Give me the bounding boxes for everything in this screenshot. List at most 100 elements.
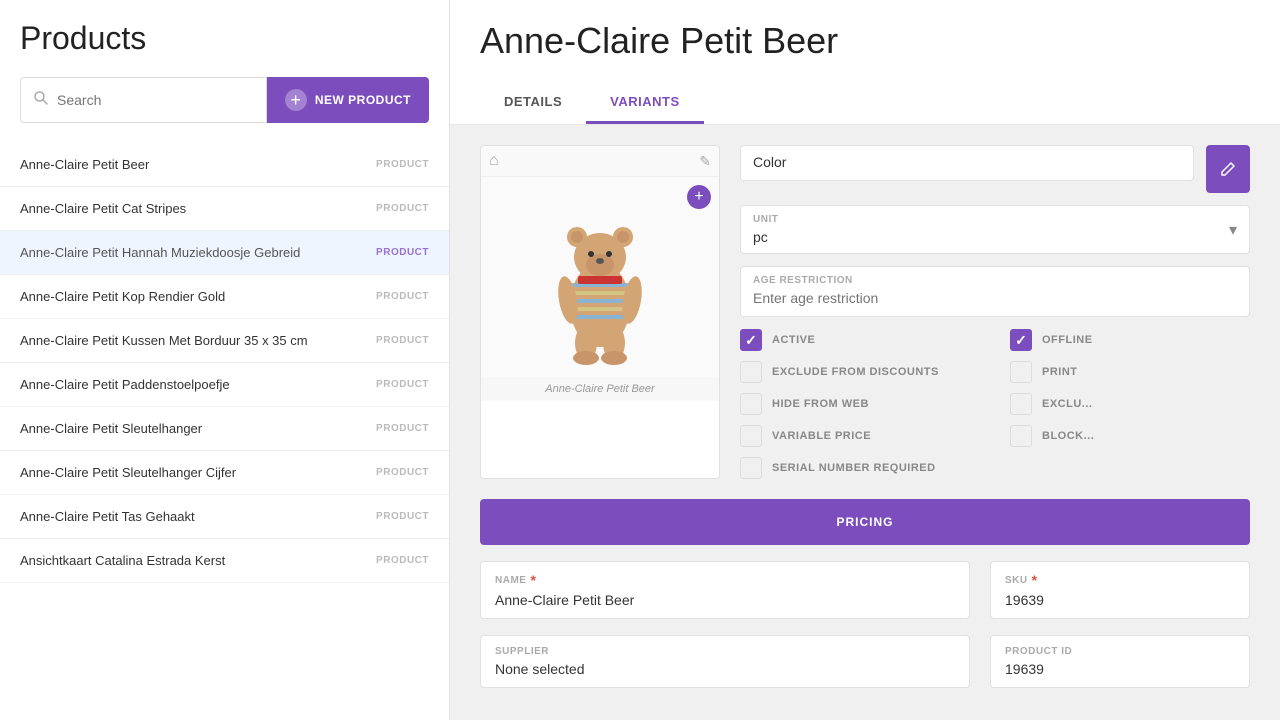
product-item-badge: PRODUCT	[376, 247, 429, 258]
supplier-value: None selected	[495, 661, 955, 677]
product-list-item[interactable]: Anne-Claire Petit Kussen Met Borduur 35 …	[0, 319, 449, 363]
checkbox-label: PRINT	[1042, 366, 1078, 378]
name-label: NAME *	[495, 572, 955, 588]
checkbox-label: EXCLU...	[1042, 398, 1092, 410]
unit-label: UNIT	[753, 214, 1229, 225]
checkbox-label: SERIAL NUMBER REQUIRED	[772, 462, 936, 474]
content-area: ⌂ ✎	[450, 125, 1280, 720]
left-header: Products + NEW PRODUCT	[0, 0, 449, 143]
unit-row: UNIT pc ▾	[740, 205, 1250, 254]
name-field: NAME * Anne-Claire Petit Beer	[480, 561, 970, 619]
image-card-toolbar: ⌂ ✎	[481, 146, 719, 177]
product-item-badge: PRODUCT	[376, 291, 429, 302]
checkbox-box[interactable]	[1010, 393, 1032, 415]
name-value: Anne-Claire Petit Beer	[495, 592, 955, 608]
checkbox-item: SERIAL NUMBER REQUIRED	[740, 457, 980, 479]
checkbox-box[interactable]	[1010, 425, 1032, 447]
checkbox-box[interactable]	[740, 361, 762, 383]
unit-value: pc	[753, 229, 1229, 245]
edit-pen-icon	[1220, 161, 1236, 177]
product-list: Anne-Claire Petit Beer PRODUCT Anne-Clai…	[0, 143, 449, 720]
new-product-label: NEW PRODUCT	[315, 93, 411, 107]
product-id-field: PRODUCT ID 19639	[990, 635, 1250, 688]
product-item-badge: PRODUCT	[376, 335, 429, 346]
checkbox-item: OFFLINE	[1010, 329, 1250, 351]
product-list-item[interactable]: Anne-Claire Petit Paddenstoelpoefje PROD…	[0, 363, 449, 407]
checkbox-box[interactable]	[740, 457, 762, 479]
sku-name-row: NAME * Anne-Claire Petit Beer SKU * 1963…	[480, 561, 1250, 619]
supplier-productid-row: SUPPLIER None selected PRODUCT ID 19639	[480, 635, 1250, 688]
product-item-badge: PRODUCT	[376, 511, 429, 522]
checkbox-item: VARIABLE PRICE	[740, 425, 980, 447]
pricing-button[interactable]: PRICING	[480, 499, 1250, 545]
color-field: Color	[740, 145, 1194, 181]
checkbox-label: OFFLINE	[1042, 334, 1093, 346]
age-restriction-field: AGE RESTRICTION	[740, 266, 1250, 317]
edit-icon[interactable]: ✎	[699, 153, 711, 170]
image-caption: Anne-Claire Petit Beer	[481, 377, 719, 401]
page-title: Products	[20, 20, 429, 57]
search-bar: + NEW PRODUCT	[20, 77, 429, 123]
supplier-label: SUPPLIER	[495, 646, 955, 657]
checkbox-box[interactable]	[740, 425, 762, 447]
product-item-badge: PRODUCT	[376, 159, 429, 170]
product-item-badge: PRODUCT	[376, 555, 429, 566]
sku-value: 19639	[1005, 592, 1235, 608]
checkbox-label: EXCLUDE FROM DISCOUNTS	[772, 366, 939, 378]
checkbox-label: BLOCK...	[1042, 430, 1094, 442]
product-item-name: Anne-Claire Petit Hannah Muziekdoosje Ge…	[20, 245, 300, 260]
product-list-item[interactable]: Anne-Claire Petit Sleutelhanger PRODUCT	[0, 407, 449, 451]
checkbox-box[interactable]	[1010, 329, 1032, 351]
sku-required-indicator: *	[1032, 572, 1038, 588]
required-indicator: *	[530, 572, 536, 588]
product-list-item[interactable]: Anne-Claire Petit Hannah Muziekdoosje Ge…	[0, 231, 449, 275]
checkbox-item: EXCLU...	[1010, 393, 1250, 415]
checkbox-box[interactable]	[1010, 361, 1032, 383]
tab-variants[interactable]: VARIANTS	[586, 82, 703, 124]
search-input[interactable]	[57, 92, 254, 108]
product-list-item[interactable]: Anne-Claire Petit Tas Gehaakt PRODUCT	[0, 495, 449, 539]
checkbox-item: PRINT	[1010, 361, 1250, 383]
product-list-item[interactable]: Ansichtkaart Catalina Estrada Kerst PROD…	[0, 539, 449, 583]
product-item-name: Anne-Claire Petit Kussen Met Borduur 35 …	[20, 333, 308, 348]
tab-details[interactable]: DETAILS	[480, 82, 586, 124]
product-list-item[interactable]: Anne-Claire Petit Beer PRODUCT	[0, 143, 449, 187]
product-image-card: ⌂ ✎	[480, 145, 720, 479]
product-item-name: Anne-Claire Petit Cat Stripes	[20, 201, 186, 216]
search-icon	[33, 90, 49, 111]
color-label: Color	[753, 154, 786, 170]
product-id-label: PRODUCT ID	[1005, 646, 1235, 657]
product-list-item[interactable]: Anne-Claire Petit Sleutelhanger Cijfer P…	[0, 451, 449, 495]
sku-field: SKU * 19639	[990, 561, 1250, 619]
checkbox-grid: ACTIVE OFFLINE EXCLUDE FROM DISCOUNTS PR…	[740, 329, 1250, 479]
product-item-name: Anne-Claire Petit Beer	[20, 157, 149, 172]
product-list-item[interactable]: Anne-Claire Petit Cat Stripes PRODUCT	[0, 187, 449, 231]
checkbox-label: HIDE FROM WEB	[772, 398, 869, 410]
age-restriction-input[interactable]	[753, 290, 1237, 306]
product-item-badge: PRODUCT	[376, 379, 429, 390]
product-list-item[interactable]: Anne-Claire Petit Kop Rendier Gold PRODU…	[0, 275, 449, 319]
product-item-name: Anne-Claire Petit Tas Gehaakt	[20, 509, 195, 524]
checkbox-box[interactable]	[740, 329, 762, 351]
product-item-name: Anne-Claire Petit Kop Rendier Gold	[20, 289, 225, 304]
age-restriction-row: AGE RESTRICTION	[740, 266, 1250, 317]
right-header: Anne-Claire Petit Beer DETAILSVARIANTS	[450, 0, 1280, 125]
unit-field[interactable]: UNIT pc ▾	[740, 205, 1250, 254]
color-edit-button[interactable]	[1206, 145, 1250, 193]
checkbox-label: VARIABLE PRICE	[772, 430, 871, 442]
checkbox-item: ACTIVE	[740, 329, 980, 351]
search-input-wrapper	[20, 77, 267, 123]
sku-label: SKU *	[1005, 572, 1235, 588]
checkbox-item: HIDE FROM WEB	[740, 393, 980, 415]
dropdown-arrow-icon: ▾	[1229, 220, 1237, 240]
add-image-button[interactable]: +	[687, 185, 711, 209]
checkbox-box[interactable]	[740, 393, 762, 415]
new-product-button[interactable]: + NEW PRODUCT	[267, 77, 429, 123]
attributes-panel: Color UNIT pc ▾	[740, 145, 1250, 479]
home-icon[interactable]: ⌂	[489, 152, 499, 170]
product-item-name: Anne-Claire Petit Paddenstoelpoefje	[20, 377, 230, 392]
plus-icon: +	[285, 89, 307, 111]
color-row: Color	[740, 145, 1250, 193]
product-item-badge: PRODUCT	[376, 423, 429, 434]
checkbox-label: ACTIVE	[772, 334, 815, 346]
